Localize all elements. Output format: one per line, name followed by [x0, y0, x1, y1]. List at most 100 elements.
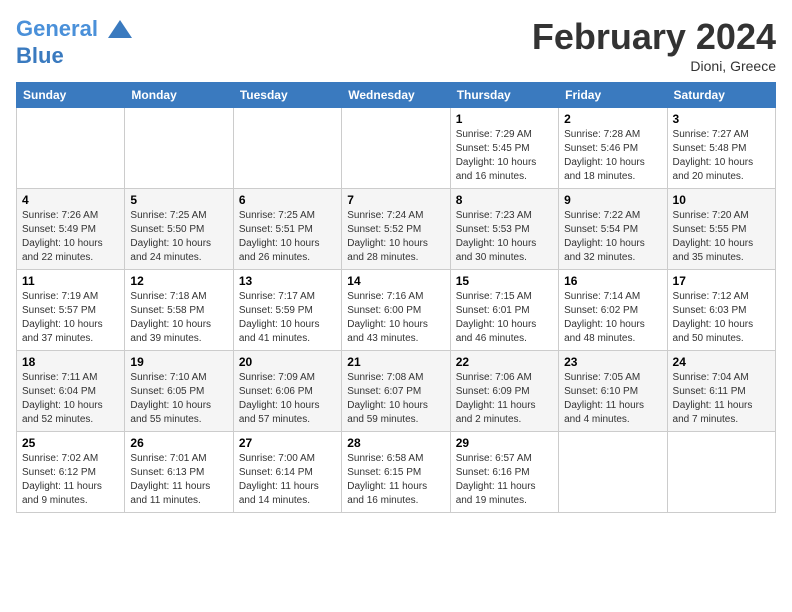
logo-blue: Blue: [16, 44, 134, 68]
day-info: Sunrise: 7:08 AMSunset: 6:07 PMDaylight:…: [347, 371, 444, 427]
calendar-cell: 1 Sunrise: 7:29 AMSunset: 5:45 PMDaylight…: [450, 108, 558, 189]
calendar-table: SundayMondayTuesdayWednesdayThursdayFrid…: [16, 82, 776, 513]
col-header-tuesday: Tuesday: [233, 83, 341, 108]
day-number: 24: [673, 355, 770, 369]
day-info: Sunrise: 7:01 AMSunset: 6:13 PMDaylight:…: [130, 452, 227, 508]
day-info: Sunrise: 7:25 AMSunset: 5:50 PMDaylight:…: [130, 209, 227, 265]
day-info: Sunrise: 7:14 AMSunset: 6:02 PMDaylight:…: [564, 290, 661, 346]
calendar-cell: 23 Sunrise: 7:05 AMSunset: 6:10 PMDayligh…: [559, 351, 667, 432]
day-number: 4: [22, 193, 119, 207]
day-info: Sunrise: 7:05 AMSunset: 6:10 PMDaylight:…: [564, 371, 661, 427]
calendar-cell: 21 Sunrise: 7:08 AMSunset: 6:07 PMDayligh…: [342, 351, 450, 432]
col-header-sunday: Sunday: [17, 83, 125, 108]
day-number: 20: [239, 355, 336, 369]
col-header-saturday: Saturday: [667, 83, 775, 108]
calendar-cell: 25 Sunrise: 7:02 AMSunset: 6:12 PMDayligh…: [17, 432, 125, 513]
day-number: 8: [456, 193, 553, 207]
day-info: Sunrise: 7:22 AMSunset: 5:54 PMDaylight:…: [564, 209, 661, 265]
calendar-cell: 2 Sunrise: 7:28 AMSunset: 5:46 PMDaylight…: [559, 108, 667, 189]
day-number: 3: [673, 112, 770, 126]
day-info: Sunrise: 6:57 AMSunset: 6:16 PMDaylight:…: [456, 452, 553, 508]
col-header-thursday: Thursday: [450, 83, 558, 108]
calendar-cell: 9 Sunrise: 7:22 AMSunset: 5:54 PMDaylight…: [559, 189, 667, 270]
day-number: 23: [564, 355, 661, 369]
day-info: Sunrise: 7:25 AMSunset: 5:51 PMDaylight:…: [239, 209, 336, 265]
calendar-cell: 3 Sunrise: 7:27 AMSunset: 5:48 PMDaylight…: [667, 108, 775, 189]
calendar-cell: 12 Sunrise: 7:18 AMSunset: 5:58 PMDayligh…: [125, 270, 233, 351]
day-info: Sunrise: 7:15 AMSunset: 6:01 PMDaylight:…: [456, 290, 553, 346]
day-number: 28: [347, 436, 444, 450]
day-number: 15: [456, 274, 553, 288]
calendar-cell: 17 Sunrise: 7:12 AMSunset: 6:03 PMDayligh…: [667, 270, 775, 351]
day-number: 11: [22, 274, 119, 288]
month-title: February 2024: [532, 16, 776, 58]
day-info: Sunrise: 7:26 AMSunset: 5:49 PMDaylight:…: [22, 209, 119, 265]
day-info: Sunrise: 7:06 AMSunset: 6:09 PMDaylight:…: [456, 371, 553, 427]
day-info: Sunrise: 7:17 AMSunset: 5:59 PMDaylight:…: [239, 290, 336, 346]
calendar-cell: 13 Sunrise: 7:17 AMSunset: 5:59 PMDayligh…: [233, 270, 341, 351]
day-number: 26: [130, 436, 227, 450]
day-number: 5: [130, 193, 227, 207]
col-header-monday: Monday: [125, 83, 233, 108]
page-header: General Blue February 2024 Dioni, Greece: [16, 16, 776, 74]
day-info: Sunrise: 7:02 AMSunset: 6:12 PMDaylight:…: [22, 452, 119, 508]
day-info: Sunrise: 7:27 AMSunset: 5:48 PMDaylight:…: [673, 128, 770, 184]
day-number: 25: [22, 436, 119, 450]
day-number: 2: [564, 112, 661, 126]
day-number: 29: [456, 436, 553, 450]
calendar-cell: 15 Sunrise: 7:15 AMSunset: 6:01 PMDayligh…: [450, 270, 558, 351]
calendar-cell: 19 Sunrise: 7:10 AMSunset: 6:05 PMDayligh…: [125, 351, 233, 432]
calendar-cell: [559, 432, 667, 513]
day-number: 13: [239, 274, 336, 288]
day-info: Sunrise: 7:28 AMSunset: 5:46 PMDaylight:…: [564, 128, 661, 184]
day-info: Sunrise: 7:11 AMSunset: 6:04 PMDaylight:…: [22, 371, 119, 427]
day-number: 6: [239, 193, 336, 207]
day-info: Sunrise: 7:12 AMSunset: 6:03 PMDaylight:…: [673, 290, 770, 346]
col-header-friday: Friday: [559, 83, 667, 108]
calendar-cell: 16Sunrise: 7:14 AMSunset: 6:02 PMDayligh…: [559, 270, 667, 351]
calendar-cell: 22 Sunrise: 7:06 AMSunset: 6:09 PMDayligh…: [450, 351, 558, 432]
col-header-wednesday: Wednesday: [342, 83, 450, 108]
day-number: 10: [673, 193, 770, 207]
calendar-cell: 6 Sunrise: 7:25 AMSunset: 5:51 PMDaylight…: [233, 189, 341, 270]
calendar-cell: [342, 108, 450, 189]
day-number: 22: [456, 355, 553, 369]
day-number: 21: [347, 355, 444, 369]
day-number: 19: [130, 355, 227, 369]
logo: General Blue: [16, 16, 134, 68]
day-info: Sunrise: 6:58 AMSunset: 6:15 PMDaylight:…: [347, 452, 444, 508]
day-info: Sunrise: 7:00 AMSunset: 6:14 PMDaylight:…: [239, 452, 336, 508]
day-info: Sunrise: 7:18 AMSunset: 5:58 PMDaylight:…: [130, 290, 227, 346]
calendar-cell: 11 Sunrise: 7:19 AMSunset: 5:57 PMDayligh…: [17, 270, 125, 351]
calendar-cell: 24 Sunrise: 7:04 AMSunset: 6:11 PMDayligh…: [667, 351, 775, 432]
day-number: 7: [347, 193, 444, 207]
day-number: 9: [564, 193, 661, 207]
calendar-cell: 29 Sunrise: 6:57 AMSunset: 6:16 PMDayligh…: [450, 432, 558, 513]
day-number: 1: [456, 112, 553, 126]
calendar-cell: 8 Sunrise: 7:23 AMSunset: 5:53 PMDaylight…: [450, 189, 558, 270]
calendar-cell: 27Sunrise: 7:00 AMSunset: 6:14 PMDayligh…: [233, 432, 341, 513]
calendar-cell: [17, 108, 125, 189]
calendar-cell: 14Sunrise: 7:16 AMSunset: 6:00 PMDayligh…: [342, 270, 450, 351]
calendar-cell: 28 Sunrise: 6:58 AMSunset: 6:15 PMDayligh…: [342, 432, 450, 513]
logo-icon: [106, 16, 134, 44]
subtitle: Dioni, Greece: [532, 58, 776, 74]
day-number: 14: [347, 274, 444, 288]
day-info: Sunrise: 7:04 AMSunset: 6:11 PMDaylight:…: [673, 371, 770, 427]
calendar-cell: 7 Sunrise: 7:24 AMSunset: 5:52 PMDaylight…: [342, 189, 450, 270]
day-number: 17: [673, 274, 770, 288]
calendar-cell: 10Sunrise: 7:20 AMSunset: 5:55 PMDayligh…: [667, 189, 775, 270]
calendar-cell: 18 Sunrise: 7:11 AMSunset: 6:04 PMDayligh…: [17, 351, 125, 432]
calendar-cell: [125, 108, 233, 189]
day-number: 18: [22, 355, 119, 369]
calendar-cell: [667, 432, 775, 513]
day-number: 12: [130, 274, 227, 288]
day-info: Sunrise: 7:24 AMSunset: 5:52 PMDaylight:…: [347, 209, 444, 265]
day-info: Sunrise: 7:19 AMSunset: 5:57 PMDaylight:…: [22, 290, 119, 346]
day-info: Sunrise: 7:23 AMSunset: 5:53 PMDaylight:…: [456, 209, 553, 265]
title-block: February 2024 Dioni, Greece: [532, 16, 776, 74]
calendar-cell: 4 Sunrise: 7:26 AMSunset: 5:49 PMDaylight…: [17, 189, 125, 270]
calendar-cell: 26 Sunrise: 7:01 AMSunset: 6:13 PMDayligh…: [125, 432, 233, 513]
day-info: Sunrise: 7:10 AMSunset: 6:05 PMDaylight:…: [130, 371, 227, 427]
day-info: Sunrise: 7:29 AMSunset: 5:45 PMDaylight:…: [456, 128, 553, 184]
